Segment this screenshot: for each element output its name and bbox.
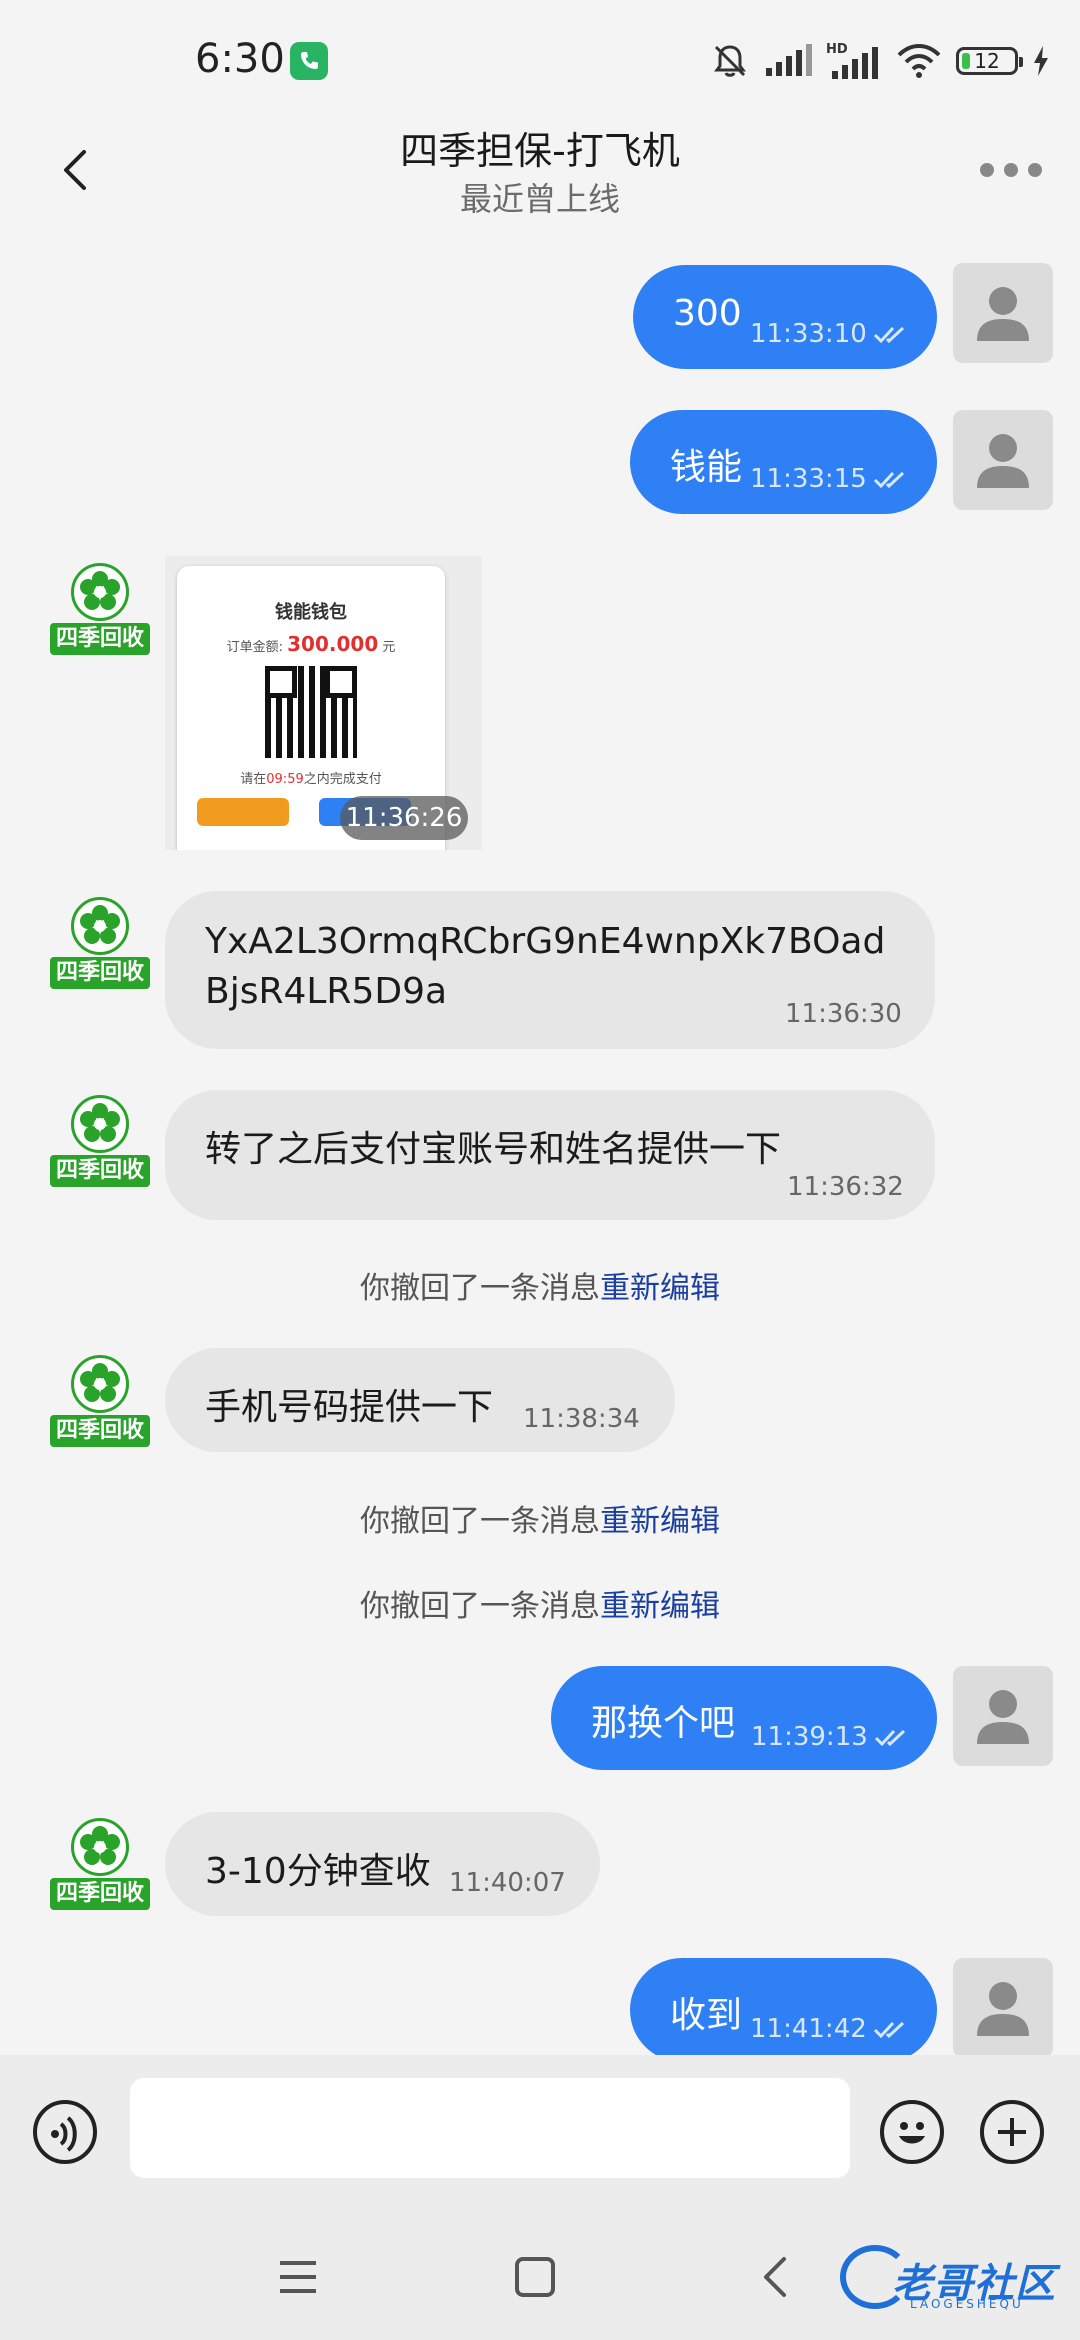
- status-bar: 6:30 HD 12: [0, 0, 1080, 120]
- logo-text: 四季回收: [50, 1155, 150, 1187]
- image-title: 钱能钱包: [275, 602, 347, 623]
- message-text: 转了之后支付宝账号和姓名提供一下: [205, 1129, 782, 1170]
- double-check-icon: [873, 2021, 904, 2038]
- logo-text: 四季回收: [50, 623, 150, 655]
- emoji-icon[interactable]: [880, 2100, 944, 2164]
- message-time: 11:40:07: [449, 1868, 566, 1898]
- battery-level: 12: [974, 49, 1000, 73]
- status-icons: HD 12: [710, 38, 1050, 84]
- back-icon[interactable]: [760, 2255, 790, 2299]
- avatar[interactable]: [953, 1666, 1053, 1766]
- mute-icon: [714, 45, 746, 77]
- re-edit-link[interactable]: 重新编辑: [600, 1589, 720, 1624]
- more-icon[interactable]: [980, 155, 1050, 185]
- message-text: YxA2L3OrmqRCbrG9nE4wnpXk7BOad: [205, 921, 886, 962]
- message-time: 11:36:30: [785, 999, 902, 1029]
- logo-text: 四季回收: [50, 1878, 150, 1910]
- avatar[interactable]: [953, 1958, 1053, 2058]
- person-icon: [977, 287, 1029, 341]
- incoming-message[interactable]: 转了之后支付宝账号和姓名提供一下 11:36:32: [165, 1090, 935, 1220]
- flower-logo-icon: [80, 1363, 120, 1402]
- chat-header: 四季担保-打飞机 最近曾上线: [0, 110, 1080, 250]
- double-check-icon: [874, 1729, 905, 1746]
- double-check-icon: [873, 326, 904, 343]
- wifi-icon: [897, 44, 941, 78]
- recall-notice: 你撤回了一条消息重新编辑: [360, 1589, 720, 1624]
- message-time: 11:36:32: [787, 1172, 904, 1202]
- avatar[interactable]: [953, 263, 1053, 363]
- contact-avatar[interactable]: 四季回收: [50, 1355, 150, 1455]
- message-time: 11:41:42: [750, 2014, 909, 2044]
- status-time: 6:30: [195, 36, 285, 82]
- incoming-message[interactable]: YxA2L3OrmqRCbrG9nE4wnpXk7BOad BjsR4LR5D9…: [165, 891, 935, 1049]
- person-icon: [977, 434, 1029, 488]
- watermark-subtext: LAOGESHEQU: [910, 2297, 1024, 2311]
- message-input[interactable]: [130, 2078, 850, 2178]
- menu-icon[interactable]: [278, 2257, 318, 2297]
- logo-text: 四季回收: [50, 1415, 150, 1447]
- contact-avatar[interactable]: 四季回收: [50, 563, 150, 663]
- chat-title[interactable]: 四季担保-打飞机: [0, 120, 1080, 175]
- image-amount: 订单金额: 300.000 元: [226, 632, 396, 656]
- qr-code: [265, 666, 357, 758]
- flower-logo-icon: [80, 571, 120, 610]
- outgoing-message[interactable]: 那换个吧 11:39:13: [551, 1666, 937, 1770]
- charging-icon: [1034, 46, 1048, 76]
- recall-notice: 你撤回了一条消息重新编辑: [360, 1271, 720, 1306]
- signal-hd-icon: HD: [826, 42, 878, 79]
- phone-icon[interactable]: [290, 42, 328, 80]
- incoming-message[interactable]: 3-10分钟查收 11:40:07: [165, 1812, 600, 1916]
- message-text: 300: [673, 293, 742, 334]
- svg-text:HD: HD: [826, 42, 848, 57]
- person-icon: [977, 1690, 1029, 1744]
- flower-logo-icon: [80, 1103, 120, 1142]
- contact-avatar[interactable]: 四季回收: [50, 1818, 150, 1918]
- avatar[interactable]: [953, 410, 1053, 510]
- person-icon: [977, 1982, 1029, 2036]
- message-time: 11:36:26: [340, 796, 468, 840]
- message-text: 钱能: [670, 447, 743, 488]
- plus-icon[interactable]: [980, 2100, 1044, 2164]
- outgoing-message[interactable]: 收到 11:41:42: [630, 1958, 937, 2062]
- signal-icon: [766, 44, 812, 76]
- recall-notice: 你撤回了一条消息重新编辑: [360, 1504, 720, 1539]
- message-time: 11:38:34: [523, 1404, 640, 1434]
- home-icon[interactable]: [515, 2257, 555, 2297]
- logo-text: 四季回收: [50, 957, 150, 989]
- flower-logo-icon: [80, 1826, 120, 1865]
- message-time: 11:33:10: [750, 319, 909, 349]
- contact-avatar[interactable]: 四季回收: [50, 1095, 150, 1195]
- outgoing-message[interactable]: 300 11:33:10: [633, 265, 937, 369]
- re-edit-link[interactable]: 重新编辑: [600, 1504, 720, 1539]
- double-check-icon: [873, 471, 904, 488]
- message-time: 11:33:15: [750, 464, 909, 494]
- re-edit-link[interactable]: 重新编辑: [600, 1271, 720, 1306]
- image-timer: 请在09:59之内完成支付: [240, 772, 382, 787]
- system-nav-bar: 老哥社区 LAOGESHEQU: [0, 2215, 1080, 2340]
- watermark-logo: 老哥社区 LAOGESHEQU: [840, 2245, 1070, 2315]
- message-text: 收到: [670, 1995, 743, 2036]
- message-text: 那换个吧: [591, 1703, 736, 1744]
- flower-logo-icon: [80, 905, 120, 944]
- message-text: 3-10分钟查收: [205, 1851, 431, 1892]
- voice-icon[interactable]: [33, 2100, 97, 2164]
- incoming-message[interactable]: 手机号码提供一下 11:38:34: [165, 1348, 675, 1452]
- chat-status: 最近曾上线: [459, 180, 620, 218]
- input-bar: [0, 2055, 1080, 2215]
- message-text: BjsR4LR5D9a: [205, 971, 448, 1012]
- contact-avatar[interactable]: 四季回收: [50, 897, 150, 997]
- image-message[interactable]: 钱能钱包 订单金额: 300.000 元 请在09:59之内完成支付 11:36…: [165, 556, 482, 850]
- image-button: [197, 798, 289, 826]
- message-text: 手机号码提供一下: [205, 1387, 494, 1428]
- message-time: 11:39:13: [751, 1722, 910, 1752]
- outgoing-message[interactable]: 钱能 11:33:15: [630, 410, 937, 514]
- battery-icon: 12: [956, 47, 1023, 75]
